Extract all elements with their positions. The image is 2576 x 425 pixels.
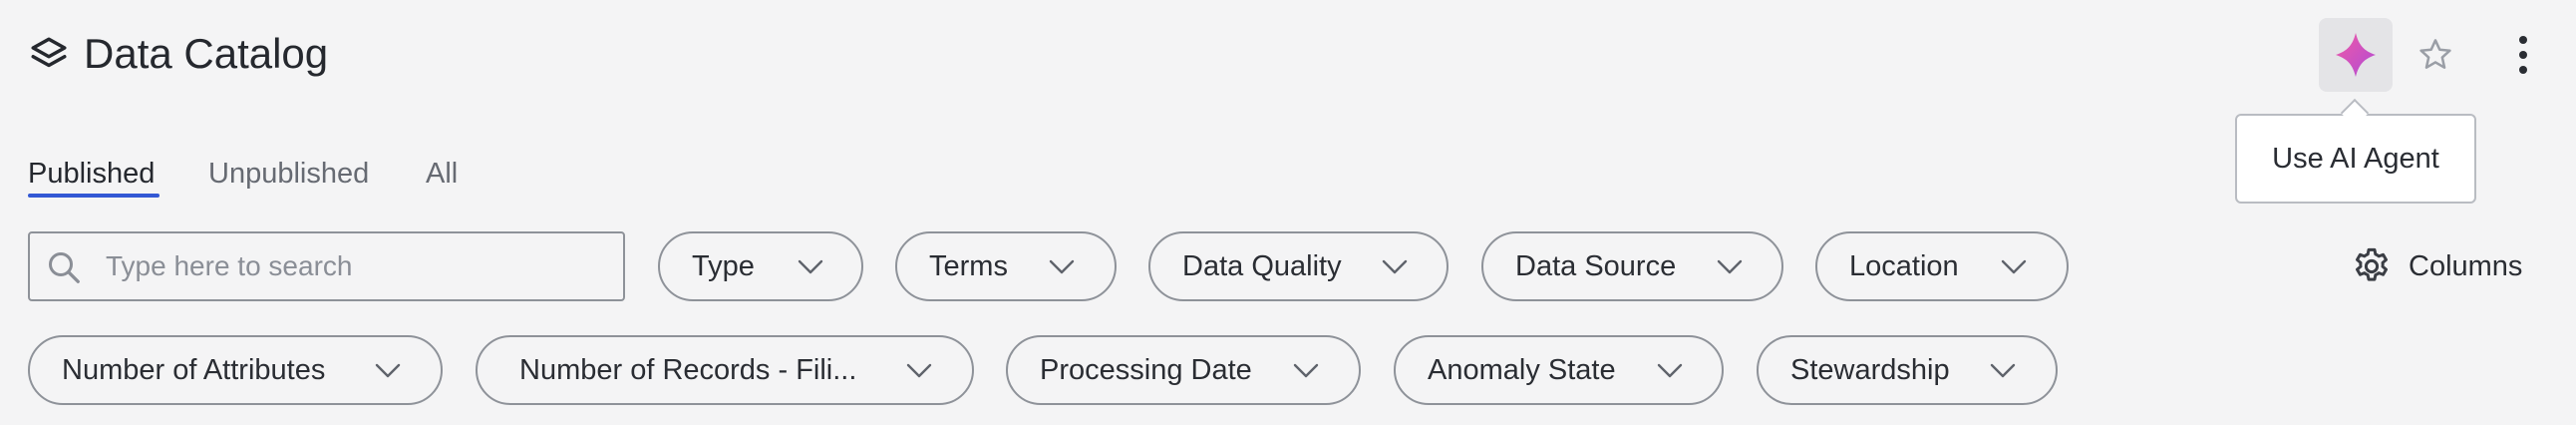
chevron-down-icon xyxy=(1049,259,1075,274)
chevron-down-icon xyxy=(1717,259,1743,274)
filter-data-source[interactable]: Data Source xyxy=(1481,231,1783,301)
tab-published[interactable]: Published xyxy=(28,154,155,194)
filter-label: Number of Records - Fili... xyxy=(519,354,857,386)
filter-location[interactable]: Location xyxy=(1815,231,2069,301)
tab-unpublished[interactable]: Unpublished xyxy=(208,154,369,194)
chevron-down-icon xyxy=(1382,259,1408,274)
search-icon xyxy=(49,252,80,283)
chevron-down-icon xyxy=(906,363,932,378)
columns-label: Columns xyxy=(2409,250,2523,282)
favorite-button[interactable] xyxy=(2405,18,2466,92)
filter-anomaly-state[interactable]: Anomaly State xyxy=(1394,335,1724,405)
tab-all[interactable]: All xyxy=(426,154,458,194)
filter-label: Terms xyxy=(929,250,1008,282)
search-input[interactable] xyxy=(106,233,604,299)
filter-label: Location xyxy=(1849,250,1959,282)
filter-terms[interactable]: Terms xyxy=(895,231,1117,301)
chevron-down-icon xyxy=(375,363,401,378)
more-options-button[interactable] xyxy=(2492,18,2554,92)
filter-label: Data Source xyxy=(1515,250,1677,282)
filter-data-quality[interactable]: Data Quality xyxy=(1148,231,1449,301)
sparkle-diamond-icon xyxy=(2336,33,2376,77)
filter-number-of-attributes[interactable]: Number of Attributes xyxy=(28,335,443,405)
filter-number-of-records[interactable]: Number of Records - Fili... xyxy=(476,335,974,405)
tooltip-text: Use AI Agent xyxy=(2272,142,2439,175)
page-title: Data Catalog xyxy=(84,30,329,77)
chevron-down-icon xyxy=(2001,259,2027,274)
search-box[interactable] xyxy=(28,231,625,301)
active-tab-indicator xyxy=(28,194,160,198)
chevron-down-icon xyxy=(1990,363,2016,378)
filter-label: Type xyxy=(692,250,755,282)
columns-button[interactable]: Columns xyxy=(2351,243,2530,289)
filter-processing-date[interactable]: Processing Date xyxy=(1006,335,1361,405)
ai-agent-button[interactable] xyxy=(2319,18,2393,92)
ai-agent-tooltip: Use AI Agent xyxy=(2235,114,2476,204)
star-icon xyxy=(2419,39,2451,69)
layers-icon xyxy=(31,37,67,68)
filter-label: Number of Attributes xyxy=(62,354,326,386)
filter-stewardship[interactable]: Stewardship xyxy=(1757,335,2058,405)
filter-type[interactable]: Type xyxy=(658,231,863,301)
filter-label: Anomaly State xyxy=(1428,354,1616,386)
chevron-down-icon xyxy=(1657,363,1683,378)
gear-icon xyxy=(2355,247,2389,281)
filter-label: Data Quality xyxy=(1182,250,1342,282)
filter-label: Processing Date xyxy=(1040,354,1252,386)
chevron-down-icon xyxy=(798,259,823,274)
more-vertical-icon xyxy=(2519,36,2527,74)
chevron-down-icon xyxy=(1293,363,1319,378)
filter-label: Stewardship xyxy=(1790,354,1950,386)
